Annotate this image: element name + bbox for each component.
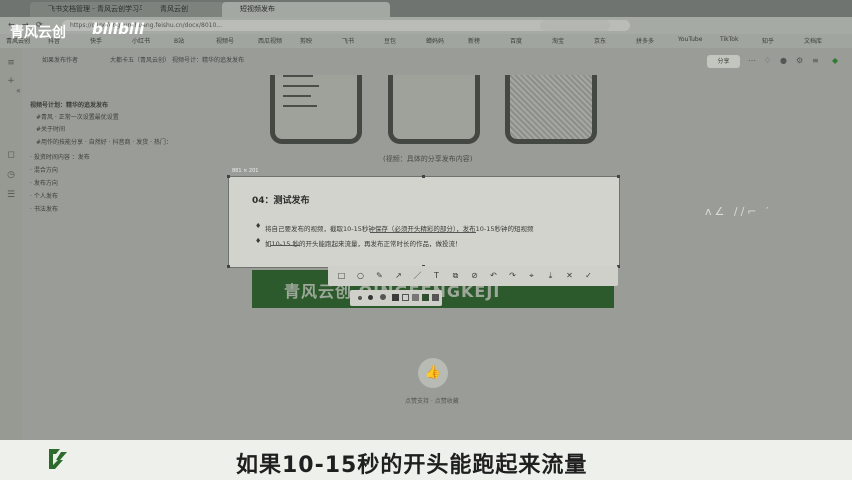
bookmark-item[interactable]: 淘宝	[552, 36, 564, 45]
left-rail	[0, 48, 22, 440]
text-line	[283, 85, 319, 87]
phone-mockup	[505, 75, 597, 144]
blurred-text: ʌ∠ ∕∕⌐ ′	[705, 205, 772, 218]
outline-item[interactable]: · 投资时间内容 ：发布	[30, 152, 90, 161]
collapse-icon[interactable]: «	[16, 86, 21, 95]
color-swatch[interactable]	[402, 294, 409, 301]
bookmark-item[interactable]: 京东	[594, 36, 606, 45]
outline-item[interactable]: #青风 · 正常一次设置最优设置	[36, 112, 119, 121]
outline-item[interactable]: · 混合方向	[30, 165, 58, 174]
share-button[interactable]: 分享	[707, 55, 740, 68]
pin-icon[interactable]: ⌖	[526, 270, 537, 281]
bookmark-item[interactable]: 剪映	[300, 36, 312, 45]
copy-icon[interactable]: ⧉	[450, 270, 461, 281]
save-icon[interactable]: ⤓	[545, 270, 556, 281]
text-line	[283, 75, 313, 77]
screenshot-selection-card	[228, 176, 620, 268]
rect-icon[interactable]: □	[336, 270, 347, 281]
bell-icon[interactable]: ♢	[764, 56, 774, 66]
watermark-brand: 青风云创	[10, 25, 66, 41]
breadcrumb-item[interactable]: 大都卡五（青风云创）	[110, 55, 170, 64]
bookmark-item[interactable]: YouTube	[678, 36, 702, 43]
menu-icon[interactable]: ≡	[812, 56, 822, 66]
like-button[interactable]: 👍	[418, 358, 448, 388]
card-title: 04：测试发布	[252, 196, 310, 206]
outline-icon[interactable]: ☰	[6, 190, 16, 200]
text-icon[interactable]: T	[431, 270, 442, 281]
bookmark-item[interactable]: 拼多多	[636, 36, 654, 45]
phone-mockup	[270, 75, 362, 144]
line-icon[interactable]: ／	[412, 270, 423, 281]
bookmark-item[interactable]: 西瓜视频	[258, 36, 282, 45]
search-input[interactable]	[540, 20, 610, 31]
check-icon[interactable]: ✓	[583, 270, 594, 281]
resize-handle[interactable]	[227, 265, 230, 268]
comment-icon[interactable]: ◻	[6, 150, 16, 160]
undo-icon[interactable]: ↶	[488, 270, 499, 281]
resize-handle[interactable]	[422, 175, 425, 178]
bookmark-item[interactable]: TikTok	[720, 36, 738, 43]
arrow-icon[interactable]: ↗	[393, 270, 404, 281]
card-paragraph: 如10-15 秒的开头能跑起来流量，再发布正常时长的作品，做投流！	[265, 240, 462, 248]
close-icon[interactable]: ✕	[564, 270, 575, 281]
clock-icon[interactable]: ◷	[6, 170, 16, 180]
bookmark-item[interactable]: 视频号	[216, 36, 234, 45]
color-swatch[interactable]	[432, 294, 439, 301]
bookmark-item[interactable]: 飞书	[342, 36, 354, 45]
outline-item[interactable]: · 个人发布	[30, 191, 58, 200]
watermark-site: bilibili	[92, 20, 145, 38]
redo-icon[interactable]: ↷	[507, 270, 518, 281]
phone-mockup	[388, 75, 480, 144]
brand-logo-icon	[49, 449, 67, 469]
color-swatch[interactable]	[422, 294, 429, 301]
size-small-icon[interactable]	[358, 296, 362, 300]
size-large-icon[interactable]	[380, 294, 386, 300]
size-medium-icon[interactable]	[368, 295, 373, 300]
browser-tab-active[interactable]: 短视频发布	[222, 2, 390, 17]
menu-icon[interactable]: ≡	[6, 58, 16, 68]
feishu-logo-icon: ◆	[832, 56, 839, 65]
outline-item[interactable]: #关于时间	[36, 124, 65, 133]
bookmark-item[interactable]: 蝉妈妈	[426, 36, 444, 45]
annotation-line	[270, 245, 300, 246]
annotation-line	[370, 232, 476, 233]
settings-icon[interactable]: ⚙	[796, 56, 806, 66]
text-line	[283, 95, 311, 97]
outline-item[interactable]: #用作的技能分享 · 自然好 · 抖音商 · 发货 · 热门：	[36, 137, 172, 146]
resize-handle[interactable]	[227, 175, 230, 178]
like-caption: 点赞支持 · 点赞收藏	[405, 398, 459, 405]
bookmark-item[interactable]: 新榜	[468, 36, 480, 45]
outline-item[interactable]: · 发布方向	[30, 178, 58, 187]
text-line	[283, 105, 317, 107]
color-swatch[interactable]	[392, 294, 399, 301]
link-icon[interactable]: ⊘	[469, 270, 480, 281]
avatar[interactable]: ●	[780, 56, 790, 66]
bookmark-item[interactable]: B站	[174, 36, 184, 45]
breadcrumb-item[interactable]: 视频号计：精华的追发发布	[172, 55, 244, 64]
add-icon[interactable]: +	[6, 76, 16, 86]
bookmark-item[interactable]: 豆包	[384, 36, 396, 45]
image-caption: (视频：具体的分享发布内容)	[383, 155, 473, 163]
pen-icon[interactable]: ✎	[374, 270, 385, 281]
outline-item[interactable]: · 书法发布	[30, 204, 58, 213]
bullet-icon: ♦	[255, 222, 262, 230]
video-subtitle: 如果10-15秒的开头能跑起来流量	[236, 453, 588, 478]
circle-icon[interactable]: ○	[355, 270, 366, 281]
breadcrumb-item[interactable]: 如果发布作者	[42, 55, 78, 64]
color-swatch[interactable]	[412, 294, 419, 301]
resize-handle[interactable]	[617, 175, 620, 178]
bookmark-item[interactable]: 文档库	[804, 36, 822, 45]
selection-size-badge: 881 × 201	[232, 168, 259, 174]
bullet-icon: ♦	[255, 237, 262, 245]
bookmark-item[interactable]: 知乎	[762, 36, 774, 45]
more-icon[interactable]: ⋯	[748, 56, 758, 66]
browser-tab[interactable]: 飞书文档管理 - 青风云创学习平台	[30, 2, 158, 17]
outline-item[interactable]: 视频号计划：精华的追发发布	[30, 100, 108, 109]
bookmark-item[interactable]: 百度	[510, 36, 522, 45]
